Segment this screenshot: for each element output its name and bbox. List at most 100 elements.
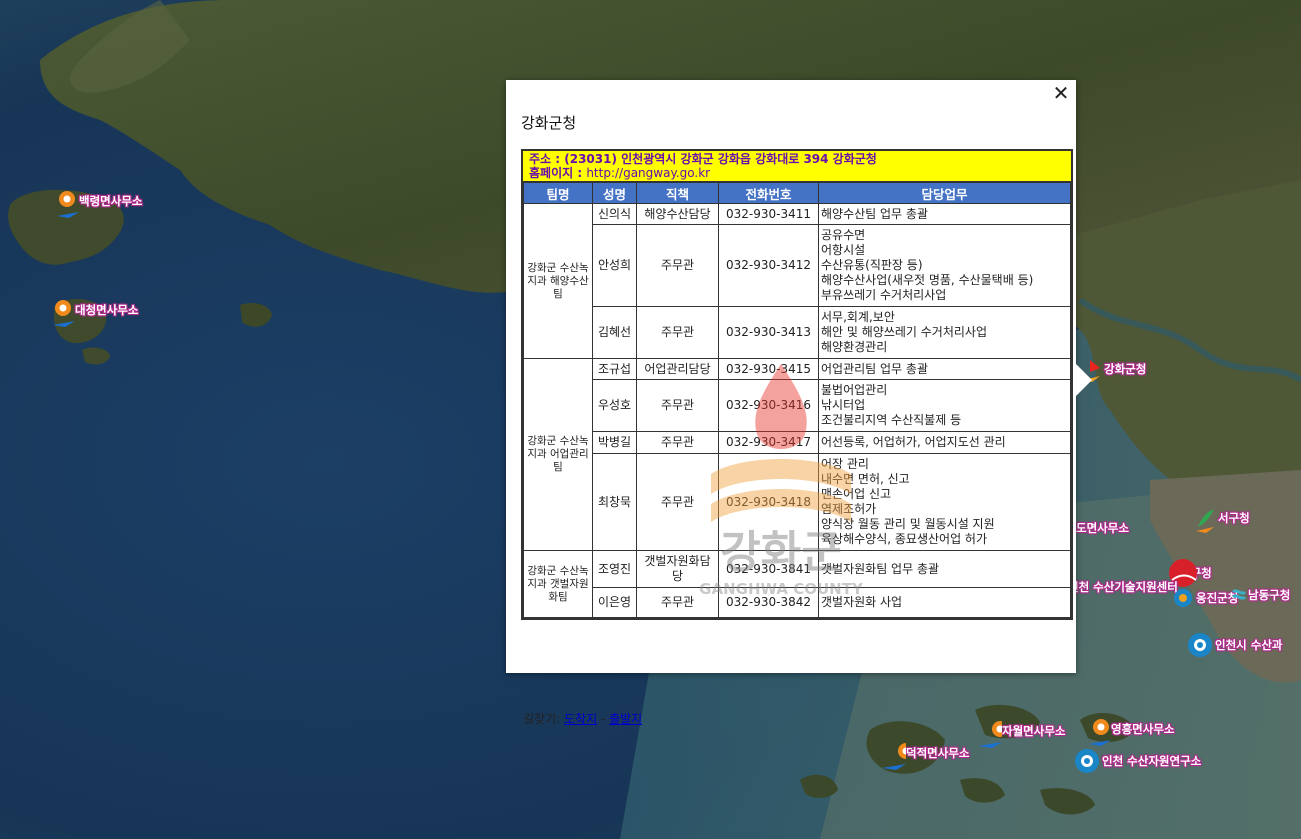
duty-line: 갯벌자원화팀 업무 총괄 [821,561,940,576]
info-window: ✕ 강화군청 주소 : (23031) 인천광역시 강화군 강화읍 강화대로 3… [506,80,1092,726]
position-cell: 주무관 [636,224,719,307]
marker-label: 덕적면사무소 [906,746,970,760]
duties-cell: 갯벌자원화팀 업무 총괄 [818,550,1071,588]
orange-circle-marker-icon [51,299,75,327]
column-header: 팀명 [523,182,593,204]
table-row: 박병길 주무관 032-930-3417 어선등록, 어업허가, 어업지도선 관리 [524,431,1071,454]
duty-line: 어선등록, 어업허가, 어업지도선 관리 [821,435,1006,449]
orange-green-marker-icon [1194,507,1216,533]
position-cell: 어업관리담당 [636,358,719,380]
duty-line: 서무,회계,보안 [821,310,895,324]
map-marker[interactable]: 덕적면사무소 [882,742,970,770]
team-name-cell: 강화군 수산녹지과 어업관리팀 [523,358,593,551]
duty-line: 갯벌자원화 사업 [821,595,903,609]
close-icon[interactable]: ✕ [1050,82,1072,104]
duty-line: 조건불리지역 수산직불제 등 [821,413,962,427]
map-marker[interactable]: 남동구청 [1232,584,1290,606]
info-window-pointer [1075,363,1092,397]
marker-label: 인천 수산자원연구소 [1102,754,1202,768]
phone-cell: 032-930-3411 [718,203,819,225]
duty-line: 불법어업관리 [821,383,888,397]
position-cell: 주무관 [636,306,719,359]
duty-line: 맨손어업 신고 [821,487,892,501]
address-label: 주소 : [529,152,565,166]
orange-circle-marker-icon [55,190,79,218]
map-marker[interactable]: 서구청 [1194,507,1250,533]
blue-circle-marker-icon [1074,748,1100,774]
directions-label: 길찾기: [523,712,564,726]
staff-name-cell: 조규섭 [592,358,637,380]
orange-circle-marker-icon [978,720,1002,748]
duties-cell: 어장 관리 내수면 면허, 신고 맨손어업 신고 염제조허가 양식장 월동 관리 및 월… [818,453,1071,551]
map-marker[interactable]: 대청면사무소 [51,299,139,327]
map-marker[interactable]: 옹진군청 [1172,587,1238,609]
duty-line: 육상해수양식, 종묘생산어업 허가 [821,532,988,546]
duty-line: 해양수산팀 업무 총괄 [821,206,928,221]
phone-cell: 032-930-3841 [718,550,819,588]
duty-line: 수산유통(직판장 등) [821,258,923,272]
position-cell: 주무관 [636,453,719,551]
duty-line: 해양환경관리 [821,340,888,354]
map-marker[interactable]: 인천시 수산과 [1187,632,1282,658]
marker-label: 영흥면사무소 [1111,722,1175,736]
duty-line: 공유수면 [821,228,866,242]
duty-line: 해양수산사업(새우젓 명품, 수산물택배 등) [821,273,1034,287]
info-window-title: 강화군청 [521,114,577,132]
homepage-link[interactable]: http://gangway.go.kr [586,166,710,180]
column-header: 성명 [592,182,637,204]
address-value: (23031) 인천광역시 강화군 강화읍 강화대로 394 강화군청 [564,152,877,166]
marker-label: 인천 수산기술지원센터 [1068,580,1178,594]
duty-line: 어항시설 [821,243,866,257]
marker-label: 대청면사무소 [75,303,139,317]
column-header: 전화번호 [718,182,819,204]
position-cell: 해양수산담당 [636,203,719,225]
duties-cell: 갯벌자원화 사업 [818,587,1071,618]
table-row: 이은영 주무관 032-930-3842 갯벌자원화 사업 [524,587,1071,618]
orange-circle-marker-icon [1087,718,1111,746]
map-marker[interactable]: 인천 수산자원연구소 [1074,748,1201,774]
origin-link[interactable]: 출발지 [609,712,642,726]
column-header: 직책 [636,182,719,204]
table-row: 최창묵 주무관 032-930-3418 어장 관리 내수면 면허, 신고 맨손어업 신고… [524,453,1071,551]
blue-circle-marker-icon [1172,587,1194,609]
marker-label: 서구청 [1218,511,1250,525]
table-row: 안성희 주무관 032-930-3412 공유수면 어항시설 수산유통(직판장 등) 해양수… [524,224,1071,307]
directions-links: 길찾기: 도착지 - 출발지 [523,710,642,727]
duty-line: 낚시터업 [821,398,866,412]
duty-line: 내수면 면허, 신고 [821,472,910,486]
staff-table: 팀명 성명 직책 전화번호 담당업무 강화군 수산녹지과 해양수산팀 신의식 해양수… [523,182,1071,618]
duties-cell: 서무,회계,보안 해안 및 해양쓰레기 수거처리사업 해양환경관리 [818,306,1071,359]
marker-label: 자월면사무소 [1002,724,1066,738]
staff-name-cell: 박병길 [592,431,637,454]
destination-link[interactable]: 도착지 [564,712,597,726]
duties-cell: 해양수산팀 업무 총괄 [818,203,1071,225]
map-marker[interactable]: 백령면사무소 [55,190,143,218]
staff-name-cell: 우성호 [592,379,637,432]
map-marker[interactable]: 인천 수산기술지원센터 [1066,579,1178,595]
map-marker[interactable]: 영흥면사무소 [1087,718,1175,746]
staff-name-cell: 조영진 [592,550,637,588]
team-name-cell: 강화군 수산녹지과 갯벌자원화팀 [523,550,593,618]
duty-line: 어업관리팀 업무 총괄 [821,361,928,376]
staff-name-cell: 안성희 [592,224,637,307]
table-header-row: 팀명 성명 직책 전화번호 담당업무 [523,182,1071,204]
blue-circle-marker-icon [1187,632,1213,658]
phone-cell: 032-930-3413 [718,306,819,359]
duties-cell: 어선등록, 어업허가, 어업지도선 관리 [818,431,1071,454]
position-cell: 갯벌자원화담당 [636,550,719,588]
marker-label: 도면사무소 [1076,521,1129,535]
map-marker[interactable]: 자월면사무소 [978,720,1066,748]
duty-line: 양식장 월동 관리 및 월동시설 지원 [821,517,995,531]
marker-label: 백령면사무소 [79,194,143,208]
table-row: 강화군 수산녹지과 갯벌자원화팀 조영진 갯벌자원화담당 032-930-3841 갯벌… [523,550,1071,618]
duty-line: 해안 및 해양쓰레기 수거처리사업 [821,325,988,339]
staff-name-cell: 신의식 [592,203,637,225]
phone-cell: 032-930-3418 [718,453,819,551]
duty-line: 부유쓰레기 수거처리사업 [821,288,947,302]
table-row: 강화군 수산녹지과 어업관리팀 조규섭 어업관리담당 032-930-3415 어업관리… [523,358,1071,551]
duties-cell: 어업관리팀 업무 총괄 [818,358,1071,380]
staff-table-body: 강화군 수산녹지과 해양수산팀 신의식 해양수산담당 032-930-3411 해양수산… [523,203,1071,618]
address-banner: 주소 : (23031) 인천광역시 강화군 강화읍 강화대로 394 강화군청… [523,151,1071,182]
marker-label: 강화군청 [1104,362,1147,376]
duty-line: 어장 관리 [821,457,869,471]
